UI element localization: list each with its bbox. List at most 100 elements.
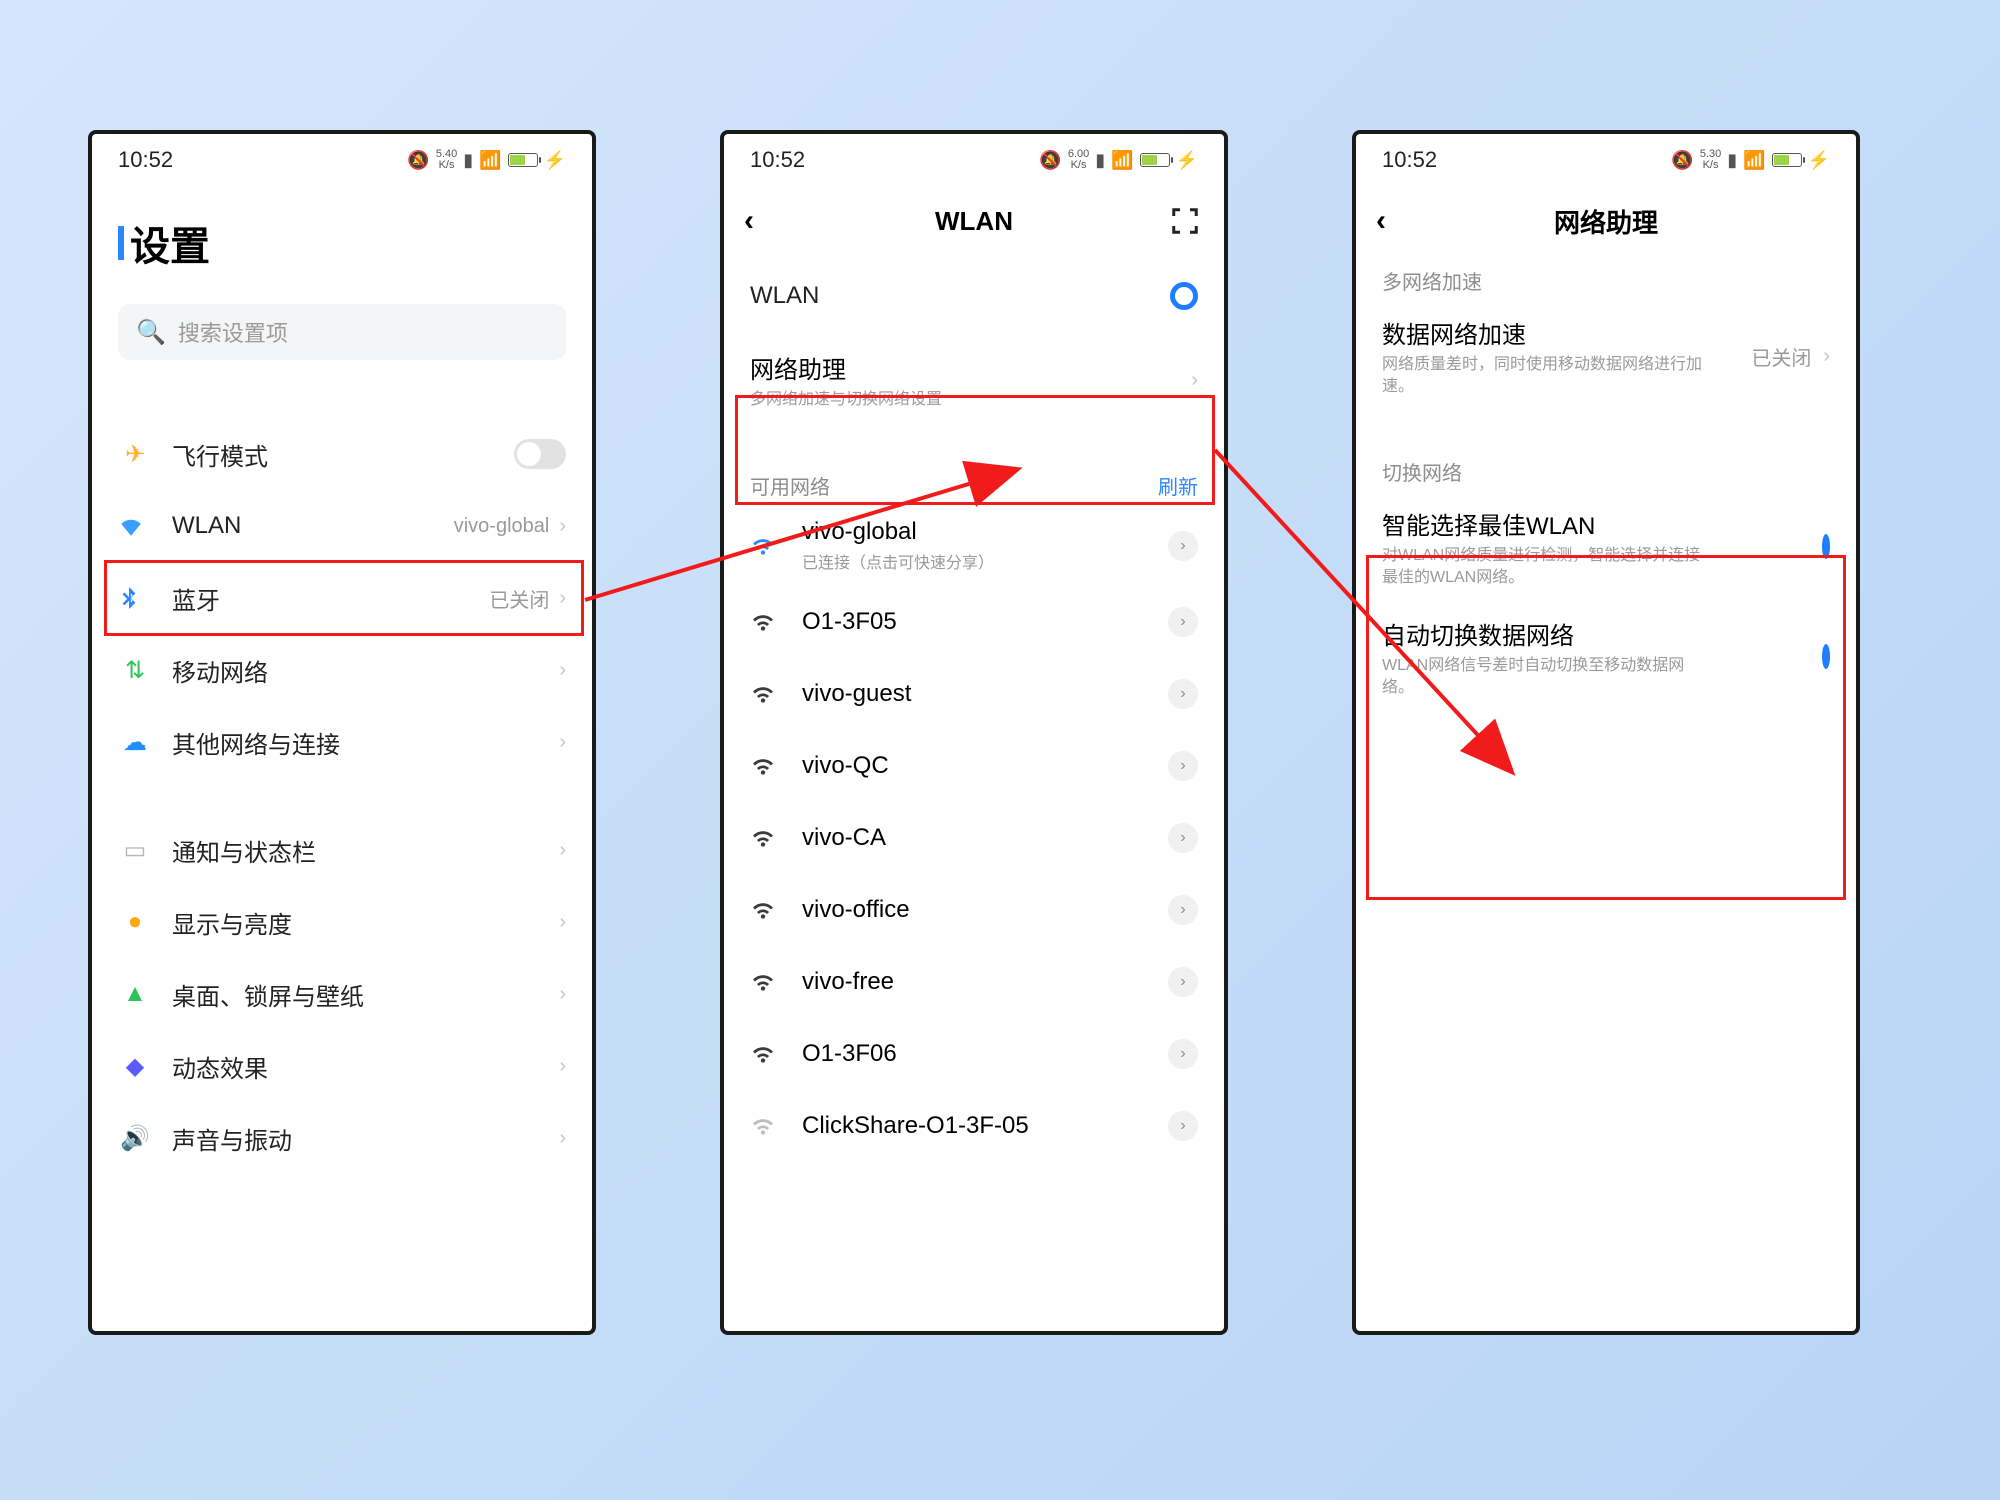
- bluetooth-icon: [118, 587, 152, 609]
- wifi-network-row[interactable]: O1-3F06›: [724, 1018, 1224, 1090]
- wifi-detail-button[interactable]: ›: [1168, 751, 1198, 781]
- wifi-ssid: O1-3F05: [802, 608, 1168, 636]
- wifi-icon: [118, 513, 152, 539]
- mobile-data-icon: ⇅: [118, 656, 152, 685]
- row-auto-switch-data[interactable]: 自动切换数据网络 WLAN网络信号差时自动切换至移动数据网络。: [1356, 602, 1856, 712]
- row-bluetooth[interactable]: 蓝牙 已关闭 ›: [92, 562, 592, 634]
- wifi-status: 已连接（点击可快速分享）: [802, 549, 1168, 573]
- wifi-network-row[interactable]: vivo-office›: [724, 874, 1224, 946]
- phone-wlan: 10:52 🔕 6.00K/s ▮📶 ⚡ ‹ WLAN WLAN 网络助理 多网…: [720, 130, 1228, 1335]
- wifi-network-row[interactable]: vivo-free›: [724, 946, 1224, 1018]
- chevron-right-icon: ›: [559, 587, 566, 610]
- wifi-network-row[interactable]: vivo-global 已连接（点击可快速分享）›: [724, 506, 1224, 586]
- wifi-ssid: ClickShare-O1-3F-05: [802, 1112, 1168, 1140]
- row-animation[interactable]: ◆ 动态效果 ›: [92, 1030, 592, 1102]
- chevron-right-icon: ›: [559, 1127, 566, 1150]
- chevron-right-icon: ›: [559, 911, 566, 934]
- chevron-right-icon: ›: [559, 983, 566, 1006]
- wlan-master-toggle[interactable]: WLAN: [724, 256, 1224, 336]
- row-smart-wlan[interactable]: 智能选择最佳WLAN 对WLAN网络质量进行检测，智能选择并连接最佳的WLAN网…: [1356, 492, 1856, 602]
- chevron-right-icon: ›: [1191, 369, 1198, 392]
- airplane-icon: ✈: [118, 440, 152, 469]
- wifi-signal-icon: [750, 681, 784, 707]
- chevron-right-icon: ›: [559, 515, 566, 538]
- row-airplane-mode[interactable]: ✈ 飞行模式: [92, 418, 592, 490]
- status-icons: 🔕 6.00K/s ▮📶 ⚡: [1039, 149, 1198, 171]
- wifi-detail-button[interactable]: ›: [1168, 1111, 1198, 1141]
- toggle-on-icon[interactable]: [1822, 538, 1830, 556]
- row-data-acceleration[interactable]: 数据网络加速 网络质量差时，同时使用移动数据网络进行加速。 已关闭 ›: [1356, 301, 1856, 411]
- wifi-ssid: vivo-guest: [802, 680, 1168, 708]
- row-wlan[interactable]: WLAN vivo-global ›: [92, 490, 592, 562]
- brightness-icon: ●: [118, 908, 152, 936]
- airplane-toggle[interactable]: [514, 439, 566, 469]
- wifi-detail-button[interactable]: ›: [1168, 679, 1198, 709]
- chevron-right-icon: ›: [1823, 345, 1830, 368]
- row-notifications[interactable]: ▭ 通知与状态栏 ›: [92, 814, 592, 886]
- toggle-on-icon[interactable]: [1822, 648, 1830, 666]
- chevron-right-icon: ›: [559, 731, 566, 754]
- wifi-detail-button[interactable]: ›: [1168, 607, 1198, 637]
- page-title: WLAN: [935, 206, 1013, 237]
- search-placeholder: 搜索设置项: [178, 316, 288, 348]
- wifi-signal-icon: [750, 1041, 784, 1067]
- row-display[interactable]: ● 显示与亮度 ›: [92, 886, 592, 958]
- search-icon: 🔍: [136, 318, 166, 347]
- section-multi-network: 多网络加速: [1356, 256, 1856, 301]
- wifi-ssid: vivo-global: [802, 518, 1168, 546]
- wifi-signal-icon: [750, 825, 784, 851]
- nav-bar: ‹ WLAN: [724, 186, 1224, 256]
- row-sound[interactable]: 🔊 声音与振动 ›: [92, 1102, 592, 1174]
- chevron-right-icon: ›: [559, 1055, 566, 1078]
- status-bar: 10:52 🔕 5.30K/s ▮📶 ⚡: [1356, 134, 1856, 186]
- wifi-signal-icon: [750, 897, 784, 923]
- chevron-right-icon: ›: [559, 839, 566, 862]
- status-time: 10:52: [118, 147, 173, 173]
- refresh-button[interactable]: 刷新: [1158, 471, 1198, 500]
- section-switch-network: 切换网络: [1356, 447, 1856, 492]
- sound-icon: 🔊: [118, 1124, 152, 1153]
- toggle-on-icon[interactable]: [1154, 282, 1198, 310]
- wifi-ssid: vivo-CA: [802, 824, 1168, 852]
- back-button[interactable]: ‹: [744, 204, 754, 238]
- status-bar: 10:52 🔕 5.40K/s ▮📶 ⚡: [92, 134, 592, 186]
- page-title: 设置: [92, 186, 592, 282]
- scan-qr-button[interactable]: [1170, 206, 1200, 236]
- notification-icon: ▭: [118, 836, 152, 865]
- status-time: 10:52: [1382, 147, 1437, 173]
- wallpaper-icon: ▲: [118, 980, 152, 1008]
- wifi-detail-button[interactable]: ›: [1168, 967, 1198, 997]
- wifi-ssid: O1-3F06: [802, 1040, 1168, 1068]
- wifi-ssid: vivo-office: [802, 896, 1168, 924]
- phone-network-assistant: 10:52 🔕 5.30K/s ▮📶 ⚡ ‹ 网络助理 多网络加速 数据网络加速…: [1352, 130, 1860, 1335]
- back-button[interactable]: ‹: [1376, 204, 1386, 238]
- page-title: 网络助理: [1554, 203, 1658, 240]
- phone-settings: 10:52 🔕 5.40K/s ▮📶 ⚡ 设置 🔍 搜索设置项 ✈ 飞行模式 W…: [88, 130, 596, 1335]
- search-input[interactable]: 🔍 搜索设置项: [118, 304, 566, 360]
- wifi-signal-icon: [750, 609, 784, 635]
- wifi-network-row[interactable]: vivo-QC›: [724, 730, 1224, 802]
- wifi-signal-icon: [750, 753, 784, 779]
- wifi-signal-icon: [750, 969, 784, 995]
- wifi-network-row[interactable]: O1-3F05›: [724, 586, 1224, 658]
- status-time: 10:52: [750, 147, 805, 173]
- wifi-detail-button[interactable]: ›: [1168, 1039, 1198, 1069]
- row-network-assistant[interactable]: 网络助理 多网络加速与切换网络设置 ›: [724, 336, 1224, 425]
- wifi-detail-button[interactable]: ›: [1168, 531, 1198, 561]
- nav-bar: ‹ 网络助理: [1356, 186, 1856, 256]
- wifi-network-row[interactable]: ClickShare-O1-3F-05›: [724, 1090, 1224, 1162]
- status-bar: 10:52 🔕 6.00K/s ▮📶 ⚡: [724, 134, 1224, 186]
- chevron-right-icon: ›: [559, 659, 566, 682]
- wifi-ssid: vivo-free: [802, 968, 1168, 996]
- wifi-detail-button[interactable]: ›: [1168, 895, 1198, 925]
- wifi-detail-button[interactable]: ›: [1168, 823, 1198, 853]
- wifi-network-row[interactable]: vivo-CA›: [724, 802, 1224, 874]
- wifi-network-row[interactable]: vivo-guest›: [724, 658, 1224, 730]
- available-networks-header: 可用网络 刷新: [724, 461, 1224, 506]
- wifi-signal-icon: [750, 533, 784, 559]
- status-icons: 🔕 5.40K/s ▮📶 ⚡: [407, 149, 566, 171]
- wifi-ssid: vivo-QC: [802, 752, 1168, 780]
- row-mobile-network[interactable]: ⇅ 移动网络 ›: [92, 634, 592, 706]
- row-desktop[interactable]: ▲ 桌面、锁屏与壁纸 ›: [92, 958, 592, 1030]
- row-other-networks[interactable]: ☁ 其他网络与连接 ›: [92, 706, 592, 778]
